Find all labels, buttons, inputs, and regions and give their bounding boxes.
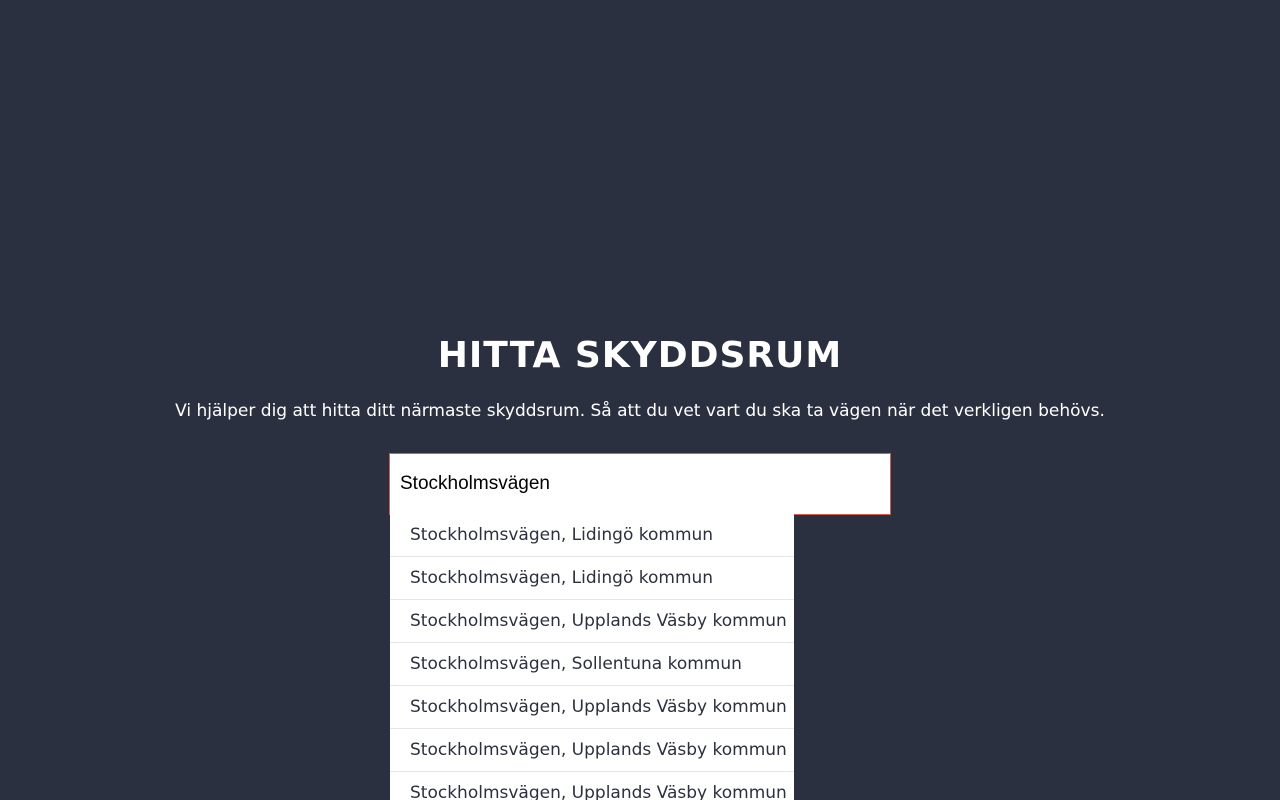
suggestion-item[interactable]: Stockholmsvägen, Upplands Väsby kommun bbox=[390, 772, 794, 800]
page-subtitle: Vi hjälper dig att hitta ditt närmaste s… bbox=[175, 401, 1105, 421]
suggestion-item[interactable]: Stockholmsvägen, Upplands Väsby kommun bbox=[390, 600, 794, 643]
page: HITTA SKYDDSRUM Vi hjälper dig att hitta… bbox=[0, 0, 1280, 800]
suggestion-item[interactable]: Stockholmsvägen, Upplands Väsby kommun bbox=[390, 686, 794, 729]
suggestion-item[interactable]: Stockholmsvägen, Lidingö kommun bbox=[390, 557, 794, 600]
suggestion-item[interactable]: Stockholmsvägen, Upplands Väsby kommun bbox=[390, 729, 794, 772]
suggestion-item[interactable]: Stockholmsvägen, Sollentuna kommun bbox=[390, 643, 794, 686]
suggestion-list: Stockholmsvägen, Lidingö kommun Stockhol… bbox=[390, 514, 794, 800]
search-container bbox=[389, 453, 891, 515]
suggestion-item[interactable]: Stockholmsvägen, Lidingö kommun bbox=[390, 514, 794, 557]
page-title: HITTA SKYDDSRUM bbox=[437, 335, 843, 376]
search-input[interactable] bbox=[389, 453, 891, 515]
